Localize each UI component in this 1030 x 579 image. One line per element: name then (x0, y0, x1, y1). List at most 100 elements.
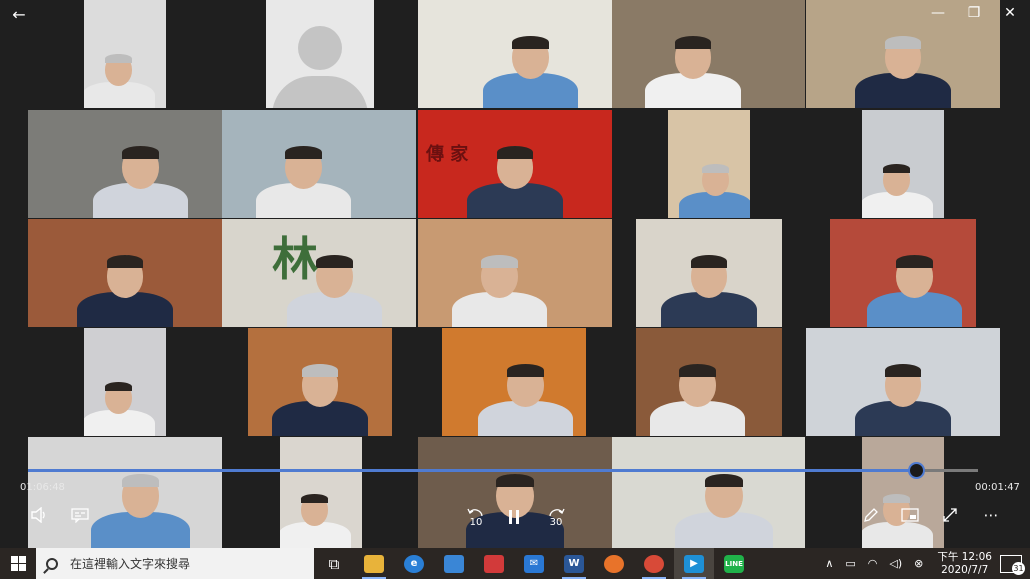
video-tile (636, 328, 782, 436)
skip-back-button[interactable]: 10 (462, 505, 490, 529)
video-tile (636, 219, 782, 327)
search-icon (46, 557, 58, 570)
skip-forward-button[interactable]: 30 (542, 505, 570, 529)
firefox-icon (604, 554, 624, 573)
video-tile (612, 437, 805, 548)
participant-hair (705, 474, 743, 488)
participant-hair (690, 255, 728, 269)
participant-hair (884, 36, 922, 50)
mini-view-button[interactable] (897, 503, 923, 527)
participant-head (512, 36, 549, 79)
word-icon: W (564, 554, 584, 573)
taskbar-search[interactable]: 在這裡輸入文字來搜尋 (36, 548, 314, 579)
close-circle-icon[interactable]: ⊗ (908, 557, 929, 570)
participant-head (507, 364, 544, 407)
line-icon: LINE (724, 554, 744, 573)
background-sign: 林 (272, 232, 318, 286)
search-placeholder: 在這裡輸入文字來搜尋 (70, 557, 191, 571)
task-view-icon: ⧉ (328, 554, 340, 573)
participant-hair (884, 364, 922, 378)
avatar-placeholder (298, 26, 342, 70)
video-tile (28, 110, 222, 218)
video-tile (668, 110, 750, 218)
participant-hair (316, 255, 353, 269)
video-tile (830, 219, 976, 327)
back-button[interactable]: ← (4, 2, 34, 26)
participant-head (678, 364, 716, 407)
movies-tv-taskbar-button[interactable]: ▶ (674, 548, 714, 579)
participant-head (316, 255, 353, 298)
volume-button[interactable] (26, 503, 52, 527)
notification-center-button[interactable]: 31 (1000, 554, 1025, 575)
mail-taskbar-button[interactable]: ✉ (514, 548, 554, 579)
pause-icon (509, 510, 519, 524)
edit-button[interactable] (858, 503, 884, 527)
show-hidden-icons-button[interactable]: ∧ (819, 557, 839, 570)
speaker-icon[interactable]: ◁) (883, 557, 908, 570)
video-tile (84, 0, 166, 108)
maximize-button[interactable]: ❐ (954, 0, 994, 26)
pause-button[interactable] (500, 505, 528, 529)
seek-bar[interactable] (28, 469, 978, 472)
participant-hair (285, 146, 322, 160)
line-taskbar-button[interactable]: LINE (714, 548, 754, 579)
video-tile: 傳 家 (418, 110, 612, 218)
participant-head (300, 493, 329, 526)
clock-time: 下午 12:06 (937, 550, 992, 563)
gift-icon (484, 554, 504, 573)
gift-taskbar-button[interactable] (474, 548, 514, 579)
video-tile (418, 0, 612, 108)
video-player-window: 傳 家林 ← — ❐ ✕ 01:06:48 00:01:47 10 30 ⋯ (0, 0, 1030, 548)
participant-hair (882, 493, 911, 504)
file-explorer-icon (364, 554, 384, 573)
participant-hair (896, 255, 934, 269)
participant-head (705, 474, 743, 518)
store-taskbar-button[interactable] (434, 548, 474, 579)
close-button[interactable]: ✕ (990, 0, 1030, 26)
participant-hair (301, 364, 339, 378)
elapsed-time: 01:06:48 (20, 482, 65, 493)
participant-head (481, 255, 518, 298)
participant-head (285, 146, 322, 189)
participant-hair (496, 474, 534, 488)
video-tile (418, 219, 612, 327)
more-options-button[interactable]: ⋯ (978, 503, 1004, 527)
movies-tv-icon: ▶ (684, 554, 704, 573)
battery-icon[interactable]: ▭ (839, 557, 861, 570)
subtitles-button[interactable] (67, 503, 93, 527)
notification-count: 31 (1012, 561, 1025, 575)
participant-head (690, 255, 728, 298)
participant-head (104, 53, 133, 86)
start-button[interactable] (0, 548, 36, 579)
participant-hair (674, 36, 712, 50)
taskbar: 在這裡輸入文字來搜尋 ⧉ e ✉ W ▶ LINE ∧ ▭ ◠ ◁) ⊗ 下午 12:06… (0, 548, 1030, 579)
video-tile (84, 328, 166, 436)
chrome-taskbar-button[interactable] (634, 548, 674, 579)
video-tile (862, 437, 944, 548)
minimize-button[interactable]: — (918, 0, 958, 26)
fullscreen-button[interactable] (937, 503, 963, 527)
edge-taskbar-button[interactable]: e (394, 548, 434, 579)
task-view-taskbar-button[interactable]: ⧉ (314, 548, 354, 579)
pencil-icon (864, 508, 878, 522)
video-tile (280, 437, 362, 548)
fullscreen-icon (943, 508, 957, 522)
participant-head (301, 364, 339, 407)
clock-date: 2020/7/7 (941, 563, 989, 576)
participant-hair (121, 474, 160, 488)
edge-icon: e (404, 554, 424, 573)
clock[interactable]: 下午 12:06 2020/7/7 (929, 551, 1000, 577)
fast-forward-icon (549, 508, 565, 516)
volume-icon (31, 507, 45, 523)
file-explorer-taskbar-button[interactable] (354, 548, 394, 579)
participant-hair (300, 493, 329, 504)
word-taskbar-button[interactable]: W (554, 548, 594, 579)
firefox-taskbar-button[interactable] (594, 548, 634, 579)
chrome-icon (644, 554, 664, 573)
windows-logo-icon (10, 556, 26, 571)
wifi-icon[interactable]: ◠ (862, 557, 884, 570)
remaining-time: 00:01:47 (975, 482, 1020, 493)
skip-forward-label: 30 (549, 516, 563, 528)
restore-icon: ❐ (967, 5, 981, 21)
participant-head (106, 255, 144, 298)
